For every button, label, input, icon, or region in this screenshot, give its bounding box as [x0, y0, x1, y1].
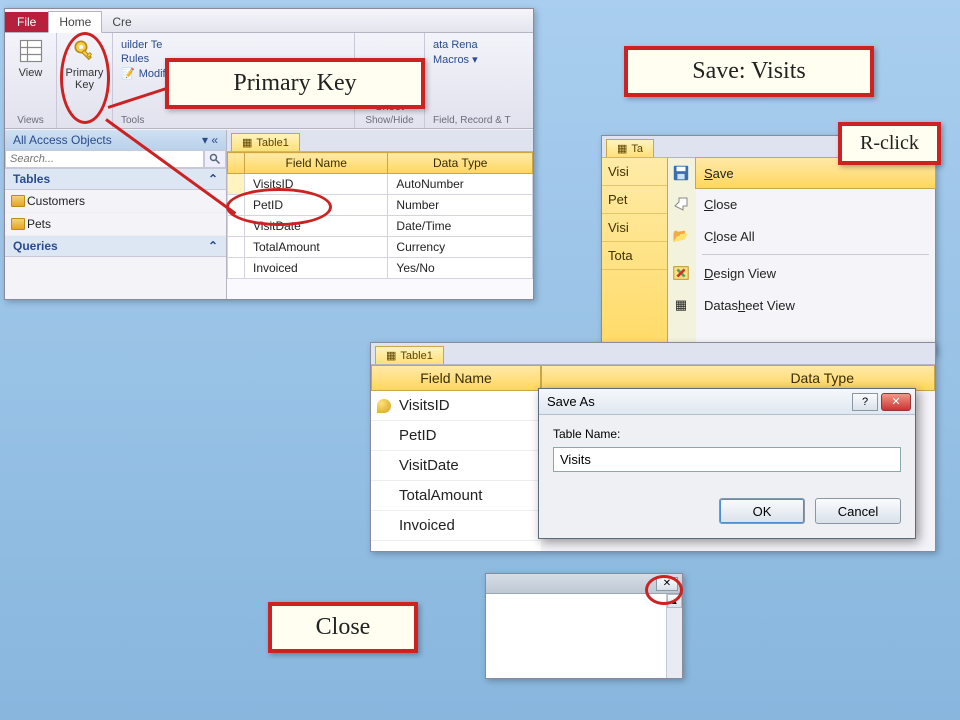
nav-header[interactable]: All Access Objects▾ «: [5, 130, 226, 150]
design-area: ▦ Table1 Field Name Data Type VisitsIDAu…: [227, 130, 533, 299]
row-visitsid[interactable]: VisitsID: [371, 391, 541, 421]
col-field-name-c: Field Name: [371, 365, 541, 391]
save-icon: [670, 162, 692, 184]
datasheet-icon: ▦: [670, 294, 692, 316]
cell-field[interactable]: Invoiced: [245, 258, 388, 279]
partial-field-list: Visi Pet Visi Tota: [602, 158, 668, 354]
search-icon: [209, 153, 221, 165]
cell-type[interactable]: Number: [388, 195, 533, 216]
cell-type[interactable]: Date/Time: [388, 216, 533, 237]
field-list-c: Field Name VisitsID PetID VisitDate Tota…: [371, 365, 541, 551]
nav-section-tables[interactable]: Tables⌃: [5, 169, 226, 190]
callout-primary-key: Primary Key: [165, 58, 425, 109]
group-fieldrecord: Field, Record & T: [433, 115, 511, 126]
callout-close: Close: [268, 602, 418, 653]
document-tab[interactable]: ▦ Ta: [606, 139, 654, 157]
design-view-icon: [670, 262, 692, 284]
table-icon: ▦: [386, 349, 396, 362]
tab-file[interactable]: File: [5, 12, 48, 32]
access-main-window: File Home Cre View Views Primary Key u: [4, 8, 534, 300]
col-field-name: Field Name: [245, 153, 388, 174]
save-as-dialog: Save As ? ✕ Table Name: OK Cancel: [538, 388, 916, 539]
key-icon: [71, 37, 99, 65]
scroll-up-button[interactable]: ▲: [667, 594, 682, 608]
callout-save-visits: Save: Visits: [624, 46, 874, 97]
macros-button[interactable]: Macros ▾: [433, 53, 478, 66]
context-menu-snippet: ▦ Ta Visi Pet Visi Tota Save Close 📂 Clo…: [601, 135, 936, 355]
window-close-button[interactable]: ✕: [656, 577, 678, 591]
cell-field[interactable]: VisitDate: [245, 216, 388, 237]
document-tab-table1[interactable]: ▦ Table1: [231, 133, 300, 151]
ctx-close-all[interactable]: 📂 Close All: [696, 220, 935, 252]
nav-section-queries[interactable]: Queries⌃: [5, 236, 226, 257]
table-icon: ▦: [242, 136, 252, 149]
dialog-title: Save As: [547, 394, 595, 409]
ctx-close[interactable]: Close: [696, 188, 935, 220]
cancel-button[interactable]: Cancel: [815, 498, 901, 524]
cell-type[interactable]: Currency: [388, 237, 533, 258]
cell-type[interactable]: AutoNumber: [388, 174, 533, 195]
table-name-input[interactable]: [553, 447, 901, 472]
grid-icon: [17, 37, 45, 65]
context-menu: Save Close 📂 Close All Design View ▦ Dat…: [668, 158, 935, 354]
ctx-design-view[interactable]: Design View: [696, 257, 935, 289]
tab-home[interactable]: Home: [48, 11, 102, 33]
ok-button[interactable]: OK: [719, 498, 805, 524]
chevron-down-icon: ▾ «: [202, 133, 218, 147]
row-visitdate[interactable]: VisitDate: [371, 451, 541, 481]
close-icon: [670, 193, 692, 215]
ribbon-tabs: File Home Cre: [5, 9, 533, 33]
ctx-datasheet-view[interactable]: ▦ Datasheet View: [696, 289, 935, 321]
group-showhide: Show/Hide: [365, 115, 413, 126]
row-invoiced[interactable]: Invoiced: [371, 511, 541, 541]
cell-field[interactable]: VisitsID: [245, 174, 388, 195]
help-button[interactable]: ?: [852, 393, 878, 411]
navigation-pane: All Access Objects▾ « Tables⌃ Customers …: [5, 130, 227, 299]
search-input[interactable]: [5, 150, 204, 168]
cell-field[interactable]: TotalAmount: [245, 237, 388, 258]
table-name-label: Table Name:: [553, 427, 901, 441]
scrollbar[interactable]: ▲: [666, 594, 682, 678]
row-petid[interactable]: PetID: [371, 421, 541, 451]
cell-type[interactable]: Yes/No: [388, 258, 533, 279]
search-button[interactable]: [204, 150, 226, 168]
nav-item-customers[interactable]: Customers: [5, 190, 226, 213]
ctx-save-rest: ave: [713, 166, 734, 181]
design-grid: Field Name Data Type VisitsIDAutoNumber …: [227, 152, 533, 279]
tab-create[interactable]: Cre: [102, 12, 141, 32]
view-label: View: [19, 67, 43, 79]
group-views: Views: [17, 115, 44, 126]
callout-r-click: R-click: [838, 122, 941, 165]
primary-key-label: Primary Key: [66, 67, 104, 91]
view-button[interactable]: View: [8, 37, 54, 79]
nav-item-pets[interactable]: Pets: [5, 213, 226, 236]
col-data-type: Data Type: [388, 153, 533, 174]
primary-key-button[interactable]: Primary Key: [62, 37, 108, 91]
table-icon: ▦: [617, 142, 627, 155]
document-tab-table1-c[interactable]: ▦ Table1: [375, 346, 444, 364]
close-all-icon: 📂: [670, 225, 692, 247]
cell-field[interactable]: PetID: [245, 195, 388, 216]
rename-label: ata Rena: [433, 39, 478, 51]
close-window-snippet: ✕ ▲: [485, 573, 683, 679]
group-tools: Tools: [121, 115, 144, 126]
builder-button[interactable]: uilder Te: [121, 39, 216, 51]
dialog-close-button[interactable]: ✕: [881, 393, 911, 411]
row-totalamount[interactable]: TotalAmount: [371, 481, 541, 511]
